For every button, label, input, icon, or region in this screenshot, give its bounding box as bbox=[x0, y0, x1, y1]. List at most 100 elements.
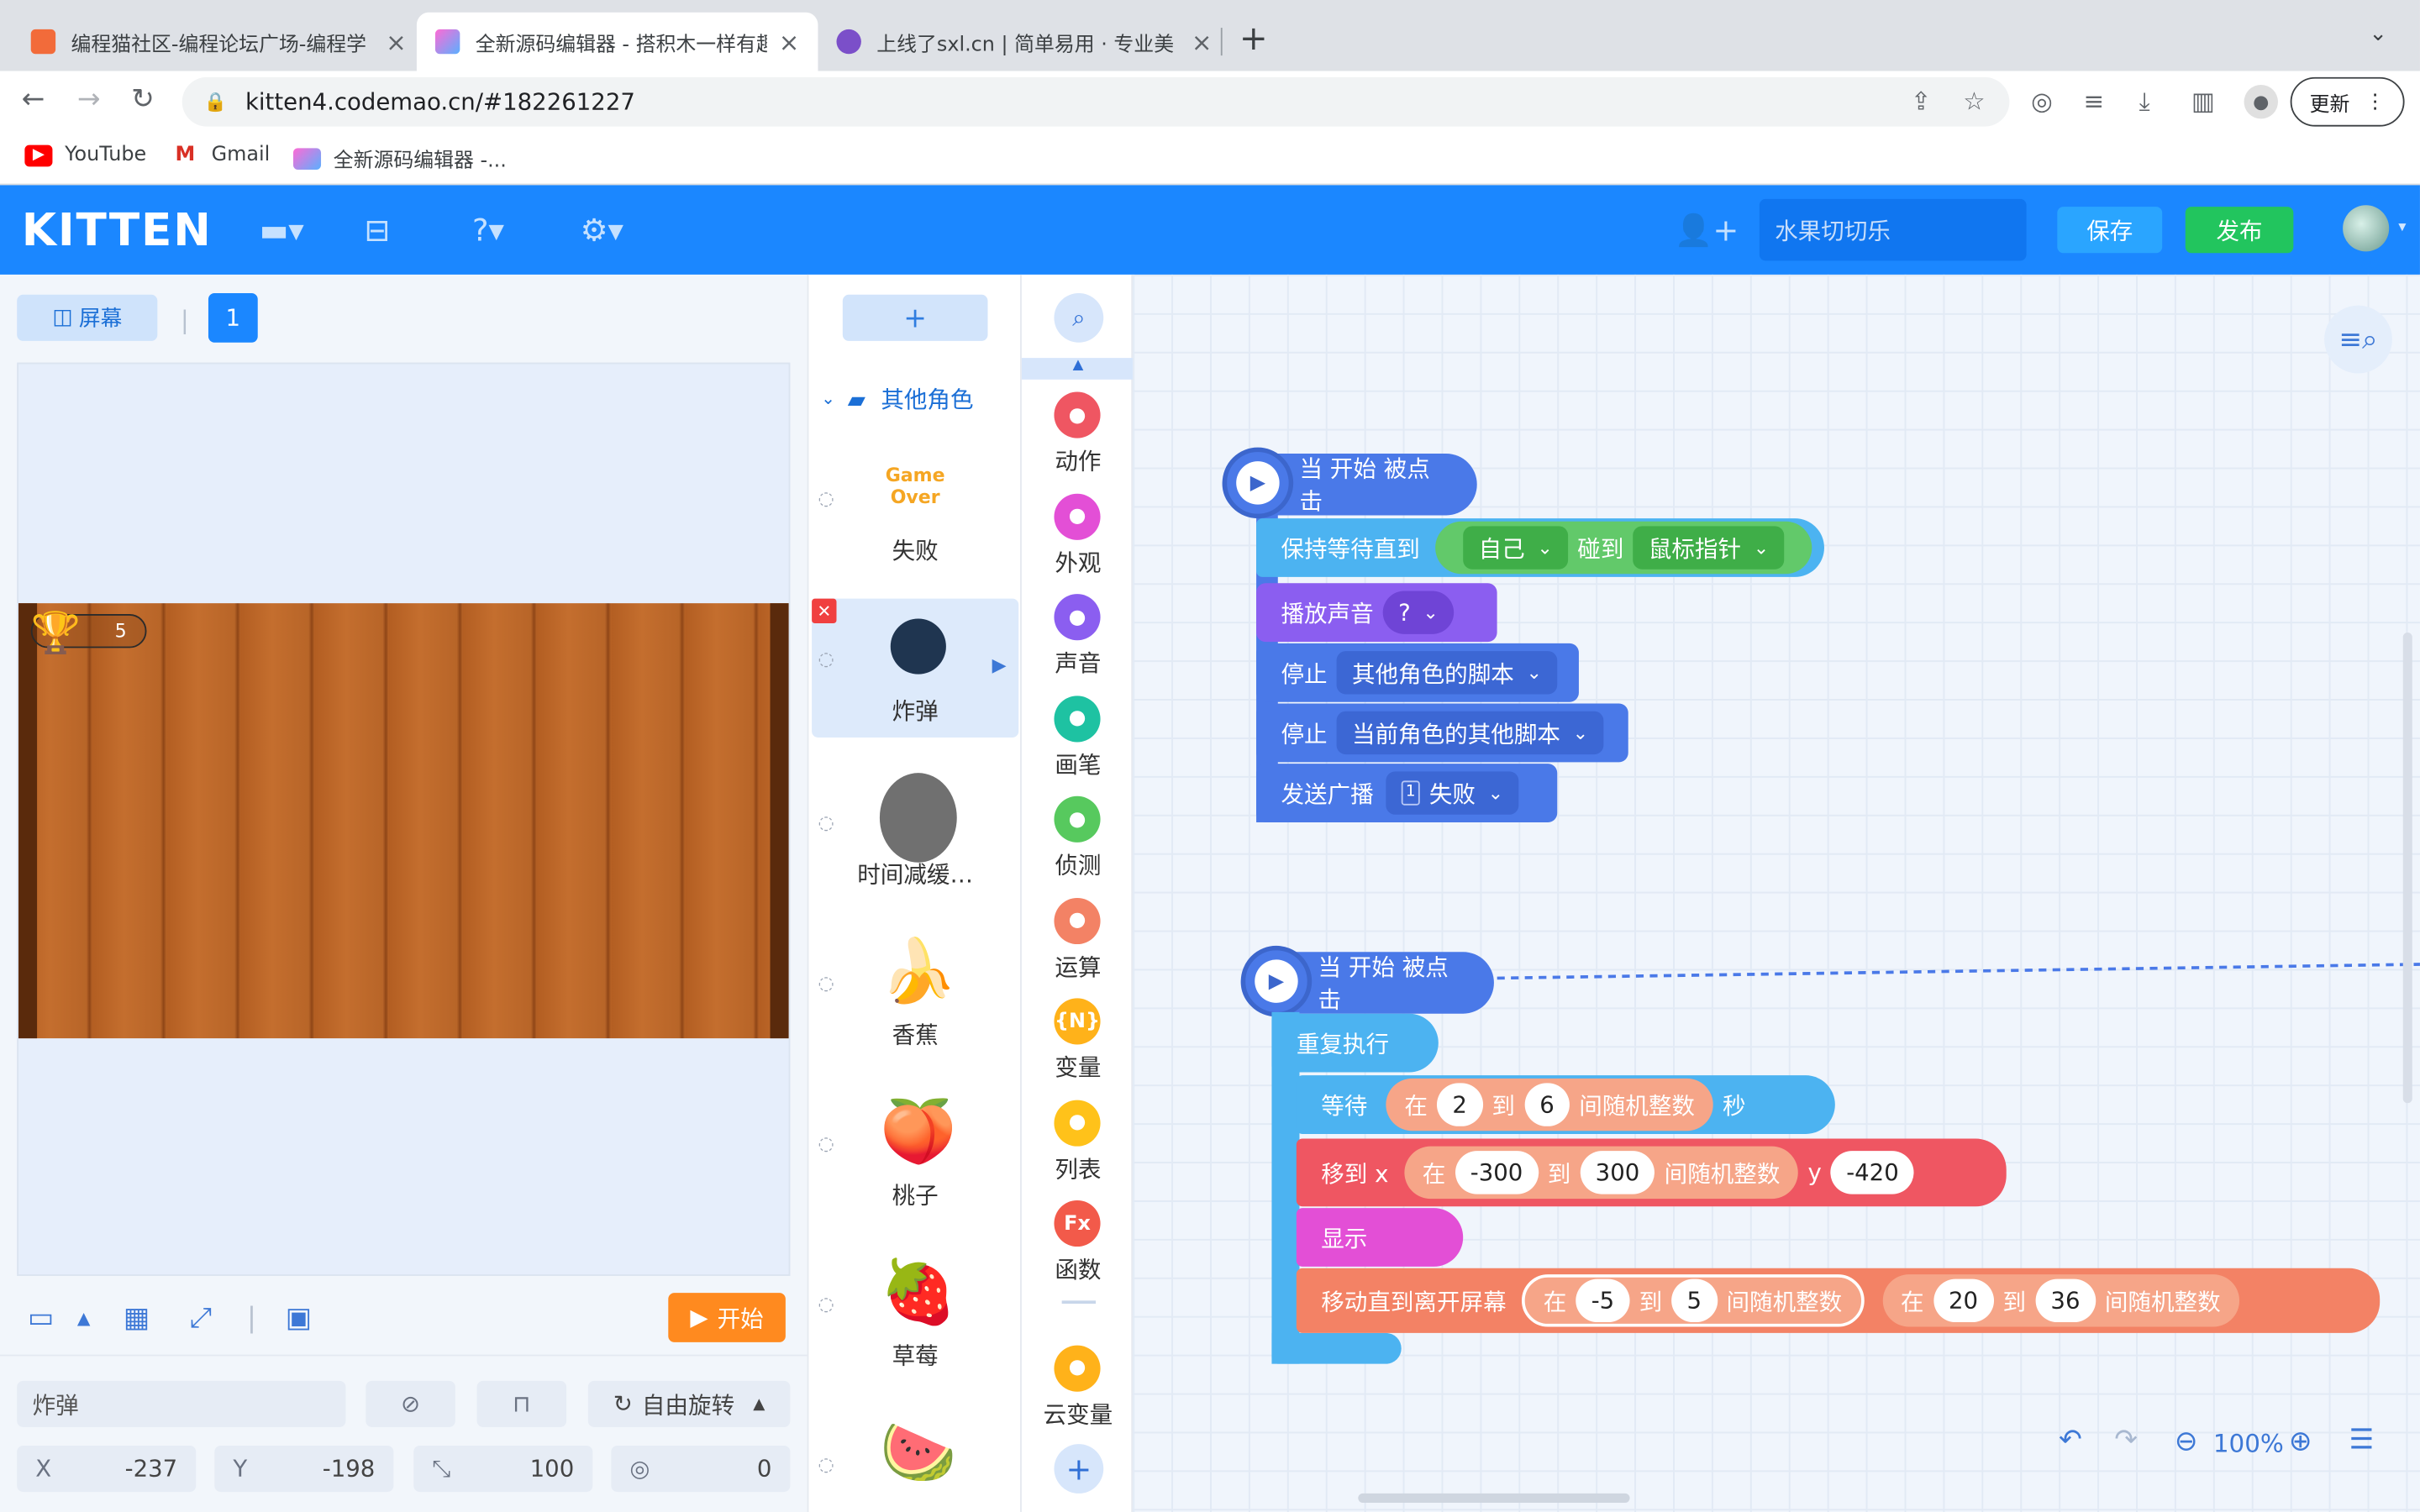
x-field[interactable]: X -237 bbox=[17, 1445, 197, 1493]
stage-canvas[interactable]: 5 🏆 bbox=[17, 362, 791, 1276]
search-icon[interactable]: ⌕ bbox=[1054, 292, 1104, 343]
publish-button[interactable]: 发布 bbox=[2185, 207, 2294, 254]
close-tab-icon[interactable]: × bbox=[386, 27, 407, 56]
screen-button[interactable]: ◫ 屏幕 bbox=[17, 294, 158, 341]
vertical-scrollbar[interactable] bbox=[2402, 633, 2412, 1104]
eye-off-icon[interactable]: ◌ bbox=[818, 972, 834, 994]
play-sound-block[interactable]: 播放声音 ? bbox=[1256, 583, 1497, 643]
expand-arrow-icon[interactable]: ▶ bbox=[992, 654, 1007, 676]
save-button[interactable]: 保存 bbox=[2057, 207, 2163, 254]
number-input[interactable]: -420 bbox=[1830, 1151, 1915, 1194]
lock-toggle[interactable]: ⊓ bbox=[476, 1380, 567, 1427]
eye-off-icon[interactable]: ◌ bbox=[818, 487, 834, 509]
script-workspace[interactable]: ≡⌕ ▶ 当 开始 被点击 保持等待直到 自己 碰到 鼠标指针 播放声音 ? 停… bbox=[1133, 274, 2420, 1512]
back-icon[interactable]: ← bbox=[22, 83, 45, 116]
sprite-item[interactable]: ◌ 🍓 草莓 bbox=[812, 1243, 1018, 1382]
file-menu-icon[interactable]: ▬▾ bbox=[260, 212, 304, 249]
category-item[interactable]: ● 运算 bbox=[1022, 897, 1134, 990]
broadcast-dropdown[interactable]: 1 失败 bbox=[1386, 771, 1519, 815]
category-item[interactable]: {N} 变量 bbox=[1022, 998, 1134, 1090]
stop-target-dropdown[interactable]: 当前角色的其他脚本 bbox=[1336, 711, 1604, 755]
screen-page-tab[interactable]: 1 bbox=[208, 292, 258, 343]
address-bar[interactable]: 🔒 kitten4.codemao.cn/#182261227 bbox=[182, 76, 2010, 127]
browser-tab[interactable]: 编程猫社区-编程论坛广场-编程学 × bbox=[13, 13, 425, 71]
profile-icon[interactable]: ● bbox=[2244, 85, 2278, 119]
add-collaborator-icon[interactable]: 👤+ bbox=[1675, 212, 1739, 249]
touching-condition[interactable]: 自己 碰到 鼠标指针 bbox=[1435, 521, 1812, 575]
random-integer-reporter[interactable]: 在 2 到 6 间随机整数 bbox=[1386, 1078, 1714, 1131]
number-input[interactable]: 6 bbox=[1523, 1083, 1570, 1126]
help-icon[interactable]: ?▾ bbox=[472, 212, 504, 249]
random-integer-reporter[interactable]: 在 -300 到 300 间随机整数 bbox=[1403, 1146, 1799, 1200]
backpack-icon[interactable]: ⊟ bbox=[364, 212, 390, 249]
bookmark-star-icon[interactable]: ☆ bbox=[1963, 87, 1985, 116]
when-start-clicked-block[interactable]: ▶ 当 开始 被点击 bbox=[1222, 447, 1477, 519]
eye-off-icon[interactable]: ◌ bbox=[818, 1132, 834, 1154]
add-extension-icon[interactable]: + bbox=[1054, 1444, 1104, 1494]
close-tab-icon[interactable]: × bbox=[779, 27, 800, 56]
share-icon[interactable]: ⇪ bbox=[1911, 87, 1932, 116]
eye-off-icon[interactable]: ◌ bbox=[818, 648, 834, 669]
category-item[interactable]: ● 列表 bbox=[1022, 1099, 1134, 1192]
delete-sprite-icon[interactable]: ✕ bbox=[812, 598, 837, 624]
sprite-item-selected[interactable]: ✕ ◌ ▶ 炸弹 bbox=[812, 598, 1019, 738]
bookmark-youtube[interactable]: ▶ YouTube bbox=[24, 144, 146, 166]
visibility-toggle[interactable]: ⊘ bbox=[366, 1380, 455, 1427]
number-input[interactable]: 36 bbox=[2035, 1278, 2096, 1323]
eye-off-icon[interactable]: ◌ bbox=[818, 1453, 834, 1475]
undo-icon[interactable]: ↶ bbox=[2059, 1424, 2082, 1457]
self-dropdown[interactable]: 自己 bbox=[1463, 526, 1569, 570]
stop-block[interactable]: 停止 其他角色的脚本 bbox=[1256, 643, 1579, 702]
sprite-item[interactable]: ◌ 🍉 bbox=[812, 1404, 1018, 1512]
scroll-up-icon[interactable]: ▲ bbox=[1021, 358, 1134, 380]
number-input[interactable]: -5 bbox=[1576, 1278, 1630, 1323]
number-input[interactable]: 20 bbox=[1933, 1278, 1994, 1323]
bookmark-gmail[interactable]: M Gmail bbox=[171, 144, 270, 166]
move-until-offscreen-block[interactable]: 移动直到离开屏幕 在 -5 到 5 间随机整数 在 20 到 36 间随机整数 bbox=[1296, 1268, 2381, 1333]
browser-tab[interactable]: 上线了sxl.cn | 简单易用 · 专业美 × bbox=[818, 13, 1230, 71]
zoom-in-icon[interactable]: ⊕ bbox=[2289, 1425, 2312, 1458]
start-button[interactable]: ▶ 开始 bbox=[668, 1293, 786, 1342]
wait-until-block[interactable]: 保持等待直到 自己 碰到 鼠标指针 bbox=[1256, 518, 1824, 577]
wait-seconds-block[interactable]: 等待 在 2 到 6 间随机整数 秒 bbox=[1296, 1075, 1835, 1134]
reload-icon[interactable]: ↻ bbox=[131, 83, 155, 116]
category-item[interactable]: ● 画笔 bbox=[1022, 695, 1134, 787]
new-tab-icon[interactable]: + bbox=[1239, 20, 1268, 59]
update-button[interactable]: 更新 ⋮ bbox=[2290, 76, 2405, 127]
stage-size-icon[interactable]: ▭ bbox=[28, 1302, 54, 1335]
number-input[interactable]: 300 bbox=[1580, 1151, 1655, 1194]
horizontal-scrollbar[interactable] bbox=[1358, 1493, 1630, 1503]
number-input[interactable]: 5 bbox=[1671, 1278, 1718, 1323]
zoom-out-icon[interactable]: ⊖ bbox=[2175, 1425, 2198, 1458]
number-input[interactable]: -300 bbox=[1455, 1151, 1539, 1194]
redo-icon[interactable]: ↷ bbox=[2114, 1424, 2138, 1457]
extension-icon[interactable]: ◎ bbox=[2031, 87, 2053, 116]
random-integer-reporter[interactable]: 在 20 到 36 间随机整数 bbox=[1881, 1274, 2239, 1327]
category-item[interactable]: Fx 函数 bbox=[1022, 1200, 1134, 1293]
grid-icon[interactable]: ▦ bbox=[124, 1302, 150, 1335]
tab-search-chevron-icon[interactable]: ⌄ bbox=[2369, 22, 2387, 46]
add-sprite-button[interactable]: + bbox=[842, 294, 988, 341]
number-input[interactable]: 2 bbox=[1437, 1083, 1483, 1126]
repeat-forever-block[interactable]: 重复执行 bbox=[1271, 1013, 1439, 1073]
sprite-item[interactable]: ◌ 🍑 桃子 bbox=[812, 1083, 1018, 1221]
stop-target-dropdown[interactable]: 其他角色的脚本 bbox=[1336, 651, 1558, 695]
random-integer-reporter[interactable]: 在 -5 到 5 间随机整数 bbox=[1522, 1274, 1864, 1327]
sprite-name-input[interactable]: 炸弹 bbox=[17, 1380, 346, 1427]
settings-gear-icon[interactable]: ⚙▾ bbox=[581, 212, 623, 249]
sprite-folder[interactable]: ⌄ ▰ 其他角色 bbox=[821, 383, 973, 416]
sprite-item[interactable]: ◌ Game Over 失败 bbox=[812, 438, 1018, 577]
browser-tab-active[interactable]: 全新源码编辑器 - 搭积木一样有趣 × bbox=[416, 12, 818, 71]
close-tab-icon[interactable]: × bbox=[1192, 27, 1213, 56]
media-icon[interactable]: ≡ bbox=[2084, 87, 2105, 116]
category-item[interactable]: ● 云变量 bbox=[1022, 1344, 1134, 1437]
avatar-chevron-icon[interactable]: ▾ bbox=[2398, 219, 2406, 236]
forward-icon[interactable]: → bbox=[77, 83, 101, 116]
sound-dropdown[interactable]: ? bbox=[1382, 591, 1455, 634]
user-avatar[interactable] bbox=[2343, 205, 2390, 252]
category-item[interactable]: ● 外观 bbox=[1022, 492, 1134, 585]
side-panel-icon[interactable]: ▥ bbox=[2191, 87, 2215, 116]
caret-up-icon[interactable]: ▲ bbox=[77, 1309, 91, 1329]
rotation-mode-select[interactable]: ↻ 自由旋转 ▲ bbox=[587, 1380, 791, 1427]
sprite-item[interactable]: ◌ 🍌 香蕉 bbox=[812, 922, 1018, 1061]
